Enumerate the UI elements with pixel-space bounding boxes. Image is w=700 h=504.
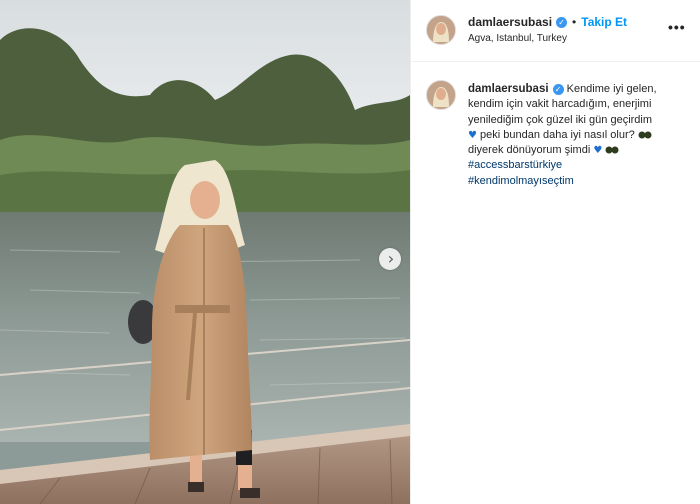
instagram-post: › damlaersubasi ✓ • Takip Et Agva, Istan… [0,0,700,504]
sunglasses-emoji [605,146,619,154]
caption-avatar[interactable] [426,80,456,110]
hashtag-link[interactable]: #accessbarstürkiye [468,158,693,173]
header-user-row: damlaersubasi ✓ • Takip Et [468,15,627,29]
hashtag-link[interactable]: #kendimolmayıseçtim [468,174,693,189]
caption-line-4: peki bundan daha iyi nasıl olur? [480,128,635,141]
avatar-image [427,16,455,44]
post-photo[interactable]: › [0,0,410,504]
more-options-icon[interactable]: ••• [668,19,686,35]
post-header: damlaersubasi ✓ • Takip Et Agva, Istanbu… [411,0,700,62]
next-photo-button[interactable]: › [379,248,401,270]
verified-badge-icon: ✓ [552,84,564,95]
blue-heart-emoji: ♥ [468,129,477,141]
post-sidebar: damlaersubasi ✓ • Takip Et Agva, Istanbu… [410,0,700,504]
separator-dot: • [572,15,577,29]
caption-line-1: Kendime iyi gelen, [566,83,657,95]
follow-button[interactable]: Takip Et [581,15,627,29]
post-caption: damlaersubasi ✓ Kendime iyi gelen, kendim… [468,82,693,189]
photo-scene [0,0,410,504]
caption-line-2: kendim için vakit harcadığım, enerjimi [468,98,652,111]
sunglasses-emoji [638,131,652,139]
caption-line-3: yenilediğim çok güzel iki gün geçirdim [468,113,653,126]
avatar-image [427,81,455,109]
chevron-right-icon: › [387,248,395,268]
verified-badge-icon: ✓ [556,16,568,28]
caption-username[interactable]: damlaersubasi [468,83,549,95]
caption-line-5: diyerek dönüyorum şimdi [468,144,591,157]
blue-heart-emoji: ♥ [593,145,603,157]
avatar[interactable] [426,15,456,45]
username-link[interactable]: damlaersubasi [468,15,552,29]
location-link[interactable]: Agva, Istanbul, Turkey [468,33,567,44]
